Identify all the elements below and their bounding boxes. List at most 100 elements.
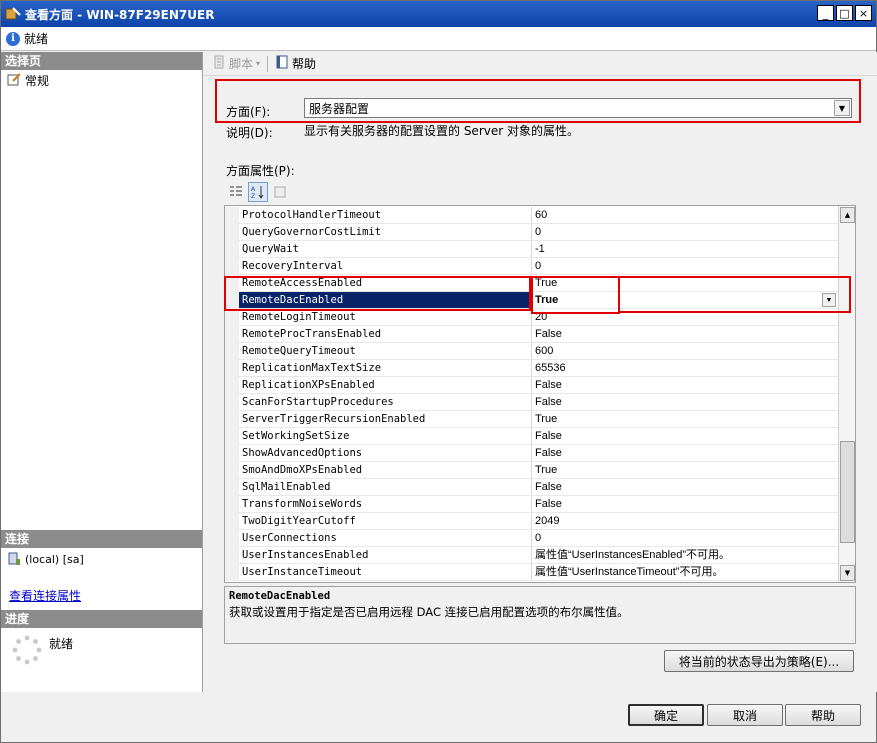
scroll-up-icon[interactable]: ▲ (840, 207, 855, 223)
property-row[interactable]: ProtocolHandlerTimeout 60 (225, 207, 838, 224)
script-button[interactable]: 脚本 ▾ (208, 54, 264, 74)
property-row[interactable]: SetWorkingSetSize False (225, 428, 838, 445)
property-row[interactable]: SmoAndDmoXPsEnabled True (225, 462, 838, 479)
title-bar[interactable]: 查看方面 - WIN-87F29EN7UER _ □ × (1, 1, 876, 27)
minimize-button[interactable]: _ (817, 5, 834, 21)
property-value[interactable]: 属性值“UserInstanceTimeout”不可用。 (532, 564, 838, 581)
property-row[interactable]: QueryGovernorCostLimit 0 (225, 224, 838, 241)
property-value[interactable]: False (532, 479, 838, 496)
close-button[interactable]: × (855, 5, 872, 21)
scroll-thumb[interactable] (840, 441, 855, 543)
help-toolbar-button[interactable]: 帮助 (271, 54, 320, 74)
property-name: UserInstanceTimeout (239, 564, 532, 581)
row-gutter (225, 309, 239, 326)
property-value[interactable]: 0 (532, 530, 838, 547)
property-row[interactable]: RecoveryInterval 0 (225, 258, 838, 275)
property-row[interactable]: ReplicationXPsEnabled False (225, 377, 838, 394)
maximize-button[interactable]: □ (836, 5, 853, 21)
row-gutter (225, 224, 239, 241)
property-row[interactable]: SqlMailEnabled False (225, 479, 838, 496)
property-row[interactable]: TwoDigitYearCutoff 2049 (225, 513, 838, 530)
property-row[interactable]: ServerTriggerRecursionEnabled True (225, 411, 838, 428)
row-gutter (225, 343, 239, 360)
property-value[interactable]: 属性值“UserInstancesEnabled”不可用。 (532, 547, 838, 564)
property-value[interactable]: False (532, 445, 838, 462)
alphabetical-sort-icon[interactable]: AZ (248, 182, 268, 202)
property-value-text: False (535, 481, 562, 493)
row-gutter (225, 564, 239, 581)
property-row[interactable]: ReplicationMaxTextSize 65536 (225, 360, 838, 377)
property-name: UserInstancesEnabled (239, 547, 532, 564)
property-value-text: False (535, 447, 562, 459)
property-value[interactable]: -1 (532, 241, 838, 258)
property-value-text: 属性值“UserInstanceTimeout”不可用。 (535, 566, 724, 578)
connection-item: (local) [sa] (7, 552, 84, 566)
right-panel: 脚本 ▾ 帮助 方面(F): 服务器配置 ▼ 说明(D): 显示有关服务器的配置… (204, 52, 877, 726)
property-row[interactable]: QueryWait -1 (225, 241, 838, 258)
toolbar-separator (267, 55, 269, 72)
property-row[interactable]: UserInstancesEnabled 属性值“UserInstancesEna… (225, 547, 838, 564)
property-row[interactable]: RemoteQueryTimeout 600 (225, 343, 838, 360)
row-gutter (225, 445, 239, 462)
property-value[interactable]: True (532, 411, 838, 428)
help-icon (275, 55, 289, 72)
property-pages-icon[interactable] (270, 182, 290, 202)
help-pane-title: RemoteDacEnabled (229, 590, 331, 602)
property-name: ShowAdvancedOptions (239, 445, 532, 462)
property-value[interactable]: False (532, 394, 838, 411)
property-row[interactable]: UserInstanceTimeout 属性值“UserInstanceTimeo… (225, 564, 838, 581)
description-text: 显示有关服务器的配置设置的 Server 对象的属性。 (304, 124, 579, 138)
property-name: ProtocolHandlerTimeout (239, 207, 532, 224)
grid-scrollbar[interactable]: ▲ ▼ (838, 206, 855, 582)
page-item-general[interactable]: 常规 (1, 70, 202, 90)
property-value[interactable]: 0 (532, 258, 838, 275)
row-gutter (225, 326, 239, 343)
property-row[interactable]: ShowAdvancedOptions False (225, 445, 838, 462)
property-row[interactable]: ScanForStartupProcedures False (225, 394, 838, 411)
svg-text:Z: Z (251, 193, 255, 199)
svg-text:A: A (251, 186, 256, 193)
property-value[interactable]: False (532, 377, 838, 394)
property-row[interactable]: TransformNoiseWords False (225, 496, 838, 513)
cancel-button[interactable]: 取消 (707, 704, 783, 726)
property-name: ScanForStartupProcedures (239, 394, 532, 411)
property-value[interactable]: False (532, 496, 838, 513)
property-value-text: 2049 (535, 515, 560, 527)
page-icon (7, 73, 21, 87)
property-row[interactable]: UserConnections 0 (225, 530, 838, 547)
property-row[interactable]: RemoteProcTransEnabled False (225, 326, 838, 343)
property-grid[interactable]: ▲ ▼ ProtocolHandlerTimeout 60 QueryGoverno… (224, 205, 856, 583)
property-value[interactable]: 2049 (532, 513, 838, 530)
row-gutter (225, 513, 239, 530)
page-item-label: 常规 (25, 73, 50, 88)
categorized-icon[interactable] (226, 182, 246, 202)
row-gutter (225, 241, 239, 258)
view-connection-properties-link[interactable]: 查看连接属性 (9, 587, 81, 604)
property-value-text: True (535, 413, 558, 425)
property-value[interactable]: 0 (532, 224, 838, 241)
property-name: SetWorkingSetSize (239, 428, 532, 445)
row-gutter (225, 496, 239, 513)
property-name: SqlMailEnabled (239, 479, 532, 496)
highlight-box-name (224, 276, 531, 311)
property-value-text: 600 (535, 345, 554, 357)
property-value[interactable]: 65536 (532, 360, 838, 377)
facet-properties-label: 方面属性(P): (226, 164, 295, 178)
scroll-down-icon[interactable]: ▼ (840, 565, 855, 581)
property-value-text: True (535, 464, 558, 476)
property-value[interactable]: 60 (532, 207, 838, 224)
property-value-text: False (535, 498, 562, 510)
property-value[interactable]: 600 (532, 343, 838, 360)
facet-window: 查看方面 - WIN-87F29EN7UER _ □ × i 就绪 选择页 常规… (0, 0, 877, 743)
help-button[interactable]: 帮助 (785, 704, 861, 726)
export-policy-button[interactable]: 将当前的状态导出为策略(E)... (664, 650, 854, 672)
property-value-text: -1 (535, 243, 545, 255)
ok-button[interactable]: 确定 (628, 704, 704, 726)
script-icon (212, 55, 226, 72)
script-label: 脚本 (229, 57, 254, 71)
property-value[interactable]: False (532, 428, 838, 445)
property-value[interactable]: False (532, 326, 838, 343)
window-title: 查看方面 - WIN-87F29EN7UER (25, 7, 215, 22)
property-name: TransformNoiseWords (239, 496, 532, 513)
property-value[interactable]: True (532, 462, 838, 479)
